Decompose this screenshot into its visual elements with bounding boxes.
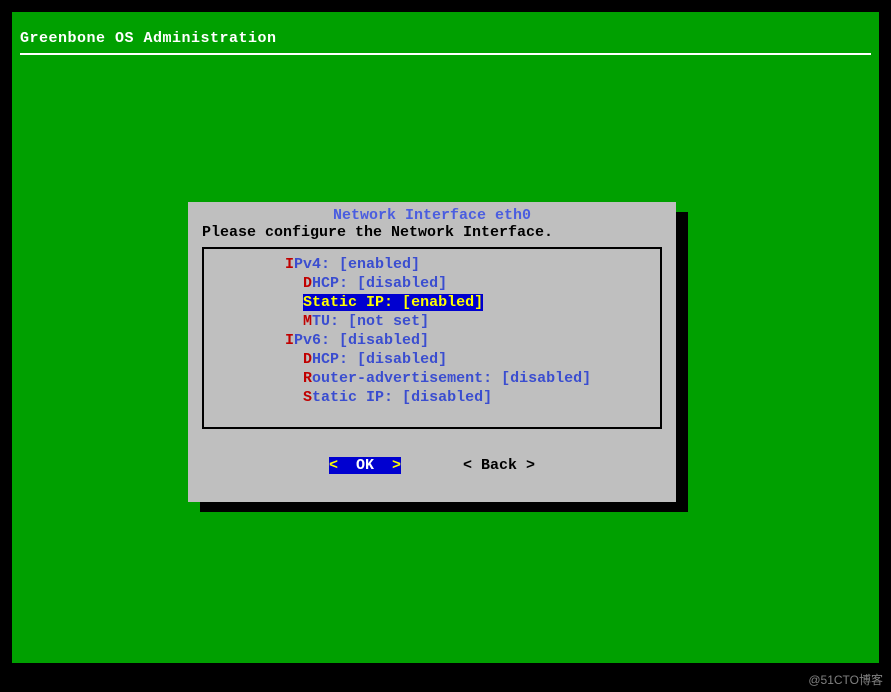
option-ipv4-dhcp[interactable]: DHCP: [disabled] [204, 274, 660, 293]
option-ipv6-ra[interactable]: Router-advertisement: [disabled] [204, 369, 660, 388]
button-row: < OK > < Back > [198, 457, 666, 474]
app-header: Greenbone OS Administration [12, 12, 879, 59]
option-ipv4-mtu[interactable]: MTU: [not set] [204, 312, 660, 331]
app-title: Greenbone OS Administration [20, 30, 871, 47]
header-divider [20, 53, 871, 55]
option-ipv4-static-selected[interactable]: Static IP: [enabled] [204, 293, 660, 312]
option-list: IPv4: [enabled] DHCP: [disabled] Static … [202, 247, 662, 429]
dialog-subtitle: Please configure the Network Interface. [198, 224, 666, 247]
ok-button[interactable]: < OK > [329, 457, 401, 474]
dialog-title: Network Interface eth0 [198, 206, 666, 224]
option-ipv4[interactable]: IPv4: [enabled] [204, 255, 660, 274]
back-button[interactable]: < Back > [463, 457, 535, 474]
network-interface-dialog: Network Interface eth0 Please configure … [188, 202, 676, 502]
option-ipv6-dhcp[interactable]: DHCP: [disabled] [204, 350, 660, 369]
option-ipv6-static[interactable]: Static IP: [disabled] [204, 388, 660, 407]
watermark: @51CTO博客 [808, 671, 883, 688]
terminal-background: Greenbone OS Administration Network Inte… [12, 12, 879, 663]
option-ipv6[interactable]: IPv6: [disabled] [204, 331, 660, 350]
